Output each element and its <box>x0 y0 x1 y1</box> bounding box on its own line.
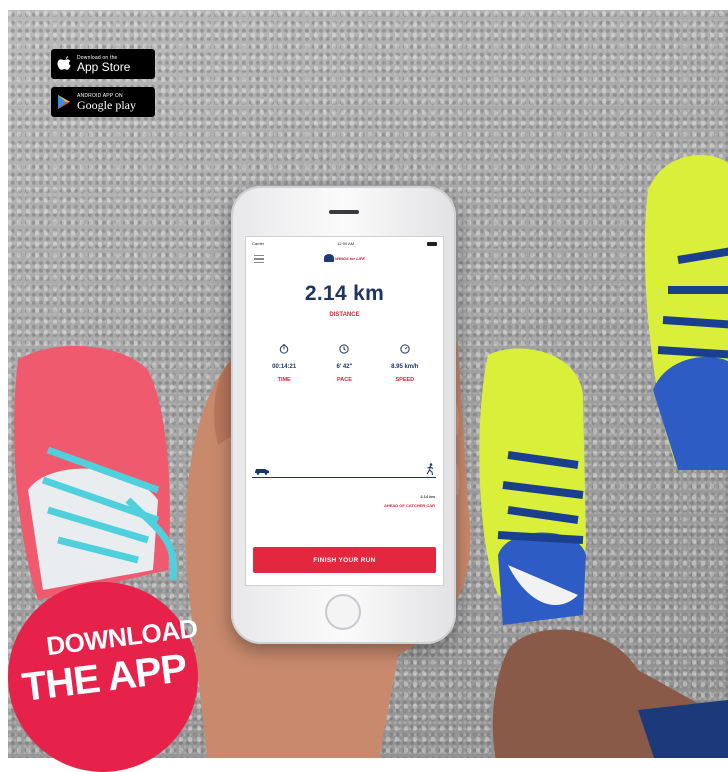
ahead-distance: 2.14 km <box>420 494 435 499</box>
time-value: 00:14:21 <box>272 364 297 370</box>
time-label: TIME <box>277 377 291 383</box>
status-time: 12:00 AM <box>337 241 355 246</box>
app-store-badge[interactable]: Download on the App Store <box>51 49 155 79</box>
stats-row: 00:14:21 TIME 6' 42" PACE 8.95 km/h SPEE… <box>246 344 443 383</box>
google-play-badge[interactable]: ANDROID APP ON Google play <box>51 87 155 117</box>
distance-label: DISTANCE <box>329 312 360 318</box>
carrier-text: Carrier <box>252 241 265 246</box>
app-store-text: App Store <box>77 59 131 74</box>
stat-pace: 6' 42" PACE <box>319 344 369 383</box>
pace-label: PACE <box>337 377 352 383</box>
speed-label: SPEED <box>395 377 415 383</box>
stat-speed: 8.95 km/h SPEED <box>380 344 430 383</box>
runner-icon <box>426 463 434 475</box>
hamburger-menu-icon[interactable] <box>254 253 264 265</box>
phone-speaker <box>329 210 359 214</box>
apple-icon <box>51 56 77 72</box>
google-play-text: Google play <box>77 97 136 112</box>
speed-value: 8.95 km/h <box>391 364 419 370</box>
smartphone: Carrier 12:00 AM WINGS for LIFE 2.14 km … <box>231 186 456 644</box>
runner-leg <box>492 629 728 758</box>
app-logo: WINGS for LIFE <box>324 254 365 262</box>
distance-value: 2.14 km <box>304 282 385 305</box>
catcher-car-icon <box>255 469 269 475</box>
app-screen: Carrier 12:00 AM WINGS for LIFE 2.14 km … <box>245 236 444 586</box>
the-app-text: THE APP <box>19 646 189 710</box>
app-header: WINGS for LIFE <box>246 248 443 268</box>
finish-run-button[interactable]: FINISH YOUR RUN <box>253 547 436 573</box>
clock-icon <box>339 344 350 354</box>
status-bar: Carrier 12:00 AM <box>246 237 443 248</box>
home-button[interactable] <box>325 594 361 630</box>
ahead-label: AHEAD OF CATCHER CAR <box>383 503 435 508</box>
battery-icon <box>426 241 437 246</box>
download-app-badge[interactable]: DOWNLOAD THE APP <box>8 582 199 772</box>
stat-time: 00:14:21 TIME <box>259 344 309 383</box>
track-line <box>252 476 436 478</box>
wings-logo-icon <box>324 254 335 262</box>
speedometer-icon <box>400 344 410 354</box>
pace-value: 6' 42" <box>336 364 353 370</box>
stopwatch-icon <box>279 344 289 354</box>
logo-text: WINGS for LIFE <box>335 255 365 261</box>
catcher-car-tracker <box>252 457 436 481</box>
yellow-shoe-right <box>644 155 728 470</box>
play-triangle-icon <box>51 94 77 110</box>
